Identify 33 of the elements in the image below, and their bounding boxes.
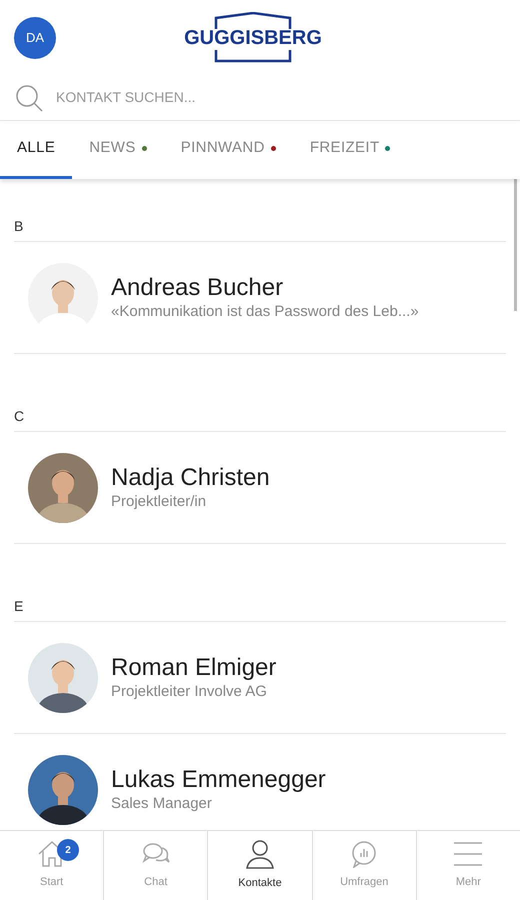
tab-label: NEWS: [89, 138, 136, 158]
contact-row[interactable]: Andreas Bucher «Kommunikation ist das Password des Leb...»: [14, 242, 506, 354]
logo: GUGGISBERG: [183, 12, 323, 64]
nav-tab[interactable]: Mehr: [416, 831, 520, 900]
user-avatar[interactable]: DA: [14, 16, 56, 58]
tab[interactable]: NEWS: [72, 121, 164, 179]
tab-label: ALLE: [17, 138, 56, 158]
contact-name: Roman Elmiger: [111, 653, 276, 684]
nav-tab[interactable]: Umfragen: [312, 831, 416, 900]
contact-row[interactable]: Roman Elmiger Projektleiter Involve AG: [14, 622, 506, 734]
tab[interactable]: PINNWAND: [164, 121, 293, 179]
contact-subtitle: «Kommunikation ist das Password des Leb...»: [111, 303, 419, 322]
contact-subtitle: Sales Manager: [111, 795, 213, 814]
tab-label: PINNWAND: [180, 138, 265, 158]
search-field[interactable]: KONTAKT SUCHEN...: [56, 87, 506, 108]
tab[interactable]: ALLE: [0, 121, 72, 179]
contact-name: Andreas Bucher: [111, 273, 284, 304]
contact-row[interactable]: Nadja Christen Projektleiter/in: [14, 432, 506, 544]
nav-tab[interactable]: Kontakte: [207, 831, 312, 900]
section-letter: B: [14, 217, 24, 236]
section-letter: E: [14, 597, 24, 616]
contact-name: Lukas Emmenegger: [111, 765, 326, 796]
notification-badge: 2: [57, 839, 79, 861]
tab-label: FREIZEIT: [310, 138, 380, 158]
contact-subtitle: Projektleiter Involve AG: [111, 683, 268, 702]
tab[interactable]: FREIZEIT: [292, 121, 408, 179]
contact-subtitle: Projektleiter/in: [111, 493, 208, 512]
contact-name: Nadja Christen: [111, 463, 270, 494]
person-icon: [245, 839, 275, 870]
search-icon: [14, 82, 44, 112]
nav-tab[interactable]: Chat: [103, 831, 208, 900]
menu-icon: [453, 840, 484, 868]
section-letter: C: [14, 407, 24, 426]
